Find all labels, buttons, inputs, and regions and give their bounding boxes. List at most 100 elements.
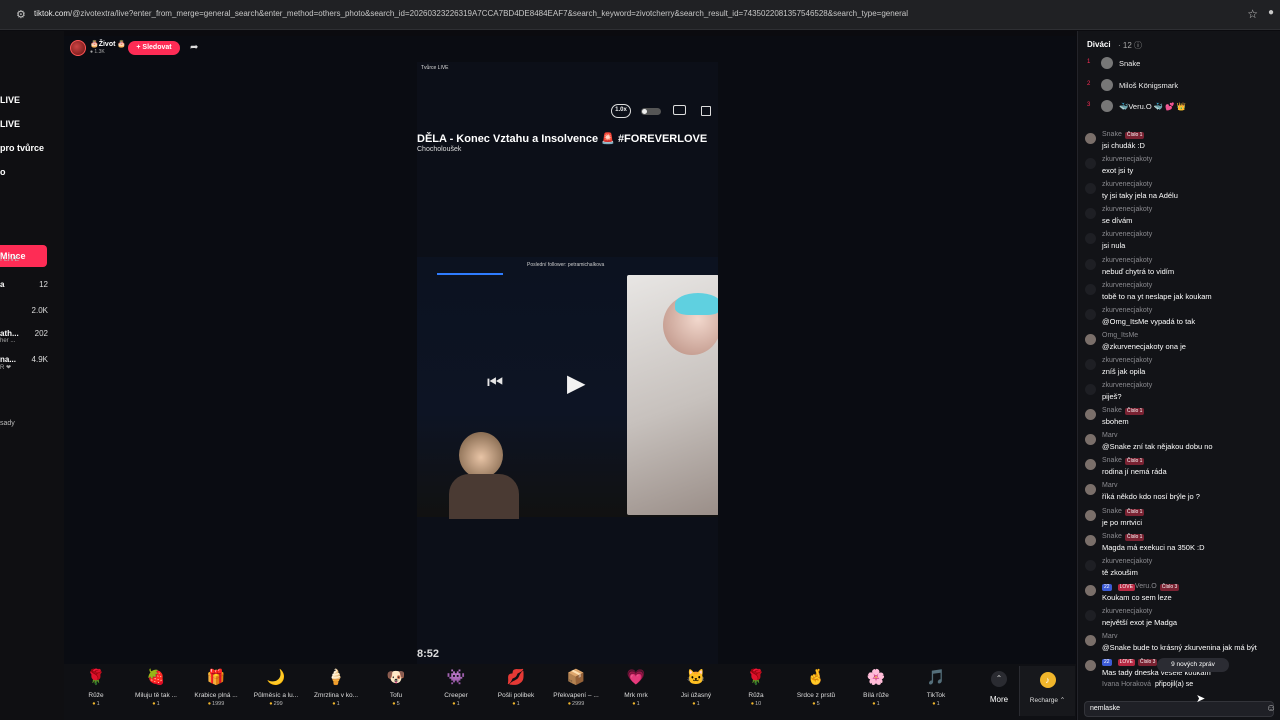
emoji-icon[interactable]: ☺: [1266, 703, 1276, 714]
avatar[interactable]: [1085, 233, 1096, 245]
cast-icon[interactable]: [673, 105, 686, 115]
chat-message[interactable]: zkurvenecjakoty ty jsi taky jela na Adélu: [1085, 181, 1275, 205]
chat-username[interactable]: zkurvenecjakoty: [1102, 357, 1152, 364]
chat-message[interactable]: Omg_ItsMe @zkurvenecjakoty ona je: [1085, 332, 1275, 356]
avatar[interactable]: [1085, 509, 1096, 521]
sidebar-live-row[interactable]: na... R ❤ 4.9K: [0, 355, 48, 371]
chat-message[interactable]: zkurvenecjakoty jsi nula: [1085, 231, 1275, 255]
avatar[interactable]: [1085, 283, 1096, 295]
bookmark-star-icon[interactable]: ☆: [1247, 7, 1258, 21]
gift-item[interactable]: 🎁 Krabice plná ... 1999: [188, 668, 244, 718]
profile-icon[interactable]: ●: [1268, 7, 1274, 18]
avatar[interactable]: [1085, 358, 1096, 370]
avatar[interactable]: [1085, 484, 1096, 496]
share-icon[interactable]: ➦: [190, 42, 198, 53]
new-messages-pill[interactable]: 9 nových zpráv: [1157, 658, 1229, 672]
chat-username[interactable]: Snake: [1102, 131, 1122, 138]
chat-username[interactable]: zkurvenecjakoty: [1102, 257, 1152, 264]
chat-username[interactable]: zkurvenecjakoty: [1102, 608, 1152, 615]
host-avatar[interactable]: [70, 40, 86, 56]
chat-message[interactable]: Snake Číslo 1 Magda má exekuci na 350K :D: [1085, 533, 1275, 557]
gift-item[interactable]: 🌹 Růže 1: [68, 668, 124, 718]
gift-item[interactable]: 🤞 Srdce z prstů 5: [788, 668, 844, 718]
sidebar-live-row[interactable]: a 12: [0, 280, 48, 294]
toggle-icon[interactable]: [641, 108, 661, 115]
chat-username[interactable]: Snake: [1102, 533, 1122, 540]
gift-item[interactable]: 🌸 Bílá růže 1: [848, 668, 904, 718]
chat-list[interactable]: Snake Číslo 1 jsi chudák :D zkurvenecjakoty…: [1078, 131, 1280, 696]
chat-message[interactable]: Snake Číslo 1 je po mrtvici: [1085, 508, 1275, 532]
gift-item[interactable]: 💗 Mrk mrk 1: [608, 668, 664, 718]
gift-item[interactable]: 🍓 Miluju tě tak ... 1: [128, 668, 184, 718]
sidebar-link-other[interactable]: o: [0, 167, 6, 177]
chat-username[interactable]: zkurvenecjakoty: [1102, 181, 1152, 188]
avatar[interactable]: [1085, 133, 1096, 144]
avatar[interactable]: [1085, 559, 1096, 571]
chat-username[interactable]: zkurvenecjakoty: [1102, 231, 1152, 238]
gift-item[interactable]: 💋 Pošli polibek 1: [488, 668, 544, 718]
chat-username[interactable]: zkurvenecjakoty: [1102, 206, 1152, 213]
gift-item[interactable]: 🐱 Jsi úžasný 1: [668, 668, 724, 718]
chat-message[interactable]: Snake Číslo 1 sbohem: [1085, 407, 1275, 431]
site-settings-icon[interactable]: ⚙: [16, 8, 30, 22]
chat-message[interactable]: zkurvenecjakoty tobě to na yt neslape jak…: [1085, 282, 1275, 306]
top-viewer-row[interactable]: 3 🐳Veru.O 🐳 💕 👑: [1087, 100, 1277, 114]
gift-item[interactable]: 🌙 Půlměsíc a lu... 299: [248, 668, 304, 718]
more-gifts-button[interactable]: ⌃ More: [979, 671, 1019, 711]
chat-username[interactable]: Veru.O: [1135, 583, 1157, 590]
gift-item[interactable]: 👾 Creeper 1: [428, 668, 484, 718]
playback-speed-button[interactable]: 1.0x: [611, 104, 631, 118]
avatar[interactable]: [1085, 258, 1096, 270]
previous-icon[interactable]: ⏮: [487, 372, 503, 393]
chat-username[interactable]: zkurvenecjakoty: [1102, 558, 1152, 565]
chat-message[interactable]: zkurvenecjakoty exot jsi ty: [1085, 156, 1275, 180]
chat-message[interactable]: Marv @Snake bude to krásný zkurvenina jak…: [1085, 633, 1275, 657]
recharge-button[interactable]: ♪ Recharge ⌃: [1019, 666, 1075, 716]
avatar[interactable]: [1085, 208, 1096, 220]
chat-username[interactable]: Snake: [1102, 508, 1122, 515]
chat-username[interactable]: Snake: [1102, 457, 1122, 464]
chat-message[interactable]: zkurvenecjakoty tě zkoušim: [1085, 558, 1275, 582]
gift-item[interactable]: 🌹 Růža 10: [728, 668, 784, 718]
avatar[interactable]: [1085, 534, 1096, 546]
follow-button[interactable]: + Sledovat: [128, 41, 180, 55]
chat-username[interactable]: zkurvenecjakoty: [1102, 282, 1152, 289]
play-icon[interactable]: ▶: [567, 369, 585, 398]
gift-item[interactable]: 🍦 Zmrzlina v ko... 1: [308, 668, 364, 718]
chat-message[interactable]: Marv říká někdo kdo nosí brýle jo ?: [1085, 482, 1275, 506]
chat-message[interactable]: Marv @Snake zní tak nějakou dobu no: [1085, 432, 1275, 456]
sidebar-link-live[interactable]: LIVE: [0, 95, 20, 105]
sidebar-link-creators[interactable]: pro tvůrce: [0, 143, 44, 153]
avatar[interactable]: [1085, 459, 1096, 471]
top-viewer-row[interactable]: 1 Snake: [1087, 57, 1277, 71]
chat-username[interactable]: Marv: [1102, 633, 1118, 640]
chat-username[interactable]: zkurvenecjakoty: [1102, 382, 1152, 389]
chat-message[interactable]: zkurvenecjakoty se dívám: [1085, 206, 1275, 230]
chat-username[interactable]: Marv: [1102, 482, 1118, 489]
avatar[interactable]: [1085, 409, 1096, 421]
gift-item[interactable]: 🎵 TikTok 1: [908, 668, 964, 718]
chat-message[interactable]: zkurvenecjakoty @Omg_ItsMe vypadá to tak: [1085, 307, 1275, 331]
avatar[interactable]: [1085, 609, 1096, 621]
sidebar-live-row[interactable]: ath... her ... 202: [0, 329, 48, 344]
avatar[interactable]: [1085, 308, 1096, 320]
avatar[interactable]: [1085, 158, 1096, 170]
chat-username[interactable]: zkurvenecjakoty: [1102, 307, 1152, 314]
avatar[interactable]: [1085, 333, 1096, 345]
sidebar-settings-label[interactable]: sady: [0, 420, 15, 427]
chat-message[interactable]: Snake Číslo 1 jsi chudák :D: [1085, 131, 1275, 155]
sidebar-link-live-2[interactable]: LIVE: [0, 119, 20, 129]
chat-message[interactable]: Snake Číslo 1 rodina jí nemá ráda: [1085, 457, 1275, 481]
chat-message[interactable]: 22 LOVE Veru.O Číslo 3 Koukam co sem leze: [1085, 583, 1275, 607]
top-viewer-row[interactable]: 2 Miloš Königsmark: [1087, 79, 1277, 93]
avatar[interactable]: [1085, 660, 1096, 672]
chat-username[interactable]: Omg_ItsMe: [1102, 332, 1138, 339]
chat-message[interactable]: zkurvenecjakoty zníš jak opila: [1085, 357, 1275, 381]
chat-message[interactable]: zkurvenecjakoty piješ?: [1085, 382, 1275, 406]
chat-input[interactable]: nemlaske: [1084, 701, 1274, 717]
live-video[interactable]: Tvůrce LIVE 1.0x DĚLA - Konec Vztahu a I…: [417, 62, 718, 664]
avatar[interactable]: [1085, 384, 1096, 395]
miniplayer-icon[interactable]: [701, 106, 711, 116]
gift-item[interactable]: 🐶 Tofu 5: [368, 668, 424, 718]
chat-message[interactable]: zkurvenecjakoty nebuď chytrá to vidím: [1085, 257, 1275, 281]
